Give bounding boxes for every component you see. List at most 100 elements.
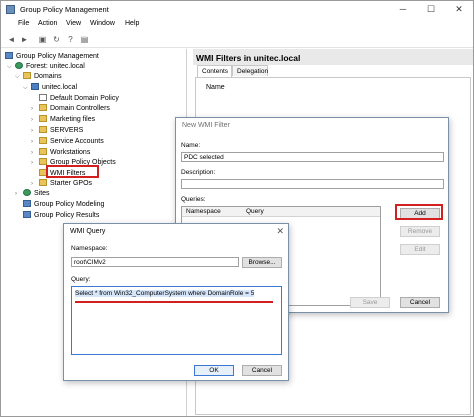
folder-icon (39, 158, 47, 165)
cancel-query-button[interactable]: Cancel (242, 365, 282, 376)
tree-item-marketing-files[interactable]: › Marketing files (31, 115, 95, 125)
add-button-highlight (395, 204, 443, 220)
tab-delegation[interactable]: Delegation (232, 65, 268, 76)
menu-bar: File Action View Window Help (1, 18, 473, 32)
ou-folder-icon (39, 148, 47, 155)
tree-item-label: Workstations (50, 149, 91, 156)
tree-item-label: Marketing files (50, 116, 96, 123)
tree-root-label: Group Policy Management (16, 53, 99, 60)
forest-icon (15, 62, 23, 69)
modeling-icon (23, 200, 31, 207)
close-icon[interactable]: ✕ (276, 226, 284, 237)
column-name[interactable]: Name (206, 84, 225, 91)
menu-action[interactable]: Action (38, 20, 57, 27)
maximize-button[interactable]: ☐ (417, 1, 445, 18)
tree-modeling-label: Group Policy Modeling (34, 201, 105, 208)
tree-forest-label: Forest: unitec.local (26, 63, 85, 70)
query-textarea[interactable]: Select * from Win32_ComputerSystem where… (71, 286, 282, 355)
expand-icon[interactable]: › (31, 104, 39, 114)
column-namespace[interactable]: Namespace (186, 208, 221, 215)
tree-item-label: Service Accounts (50, 138, 104, 145)
namespace-label: Namespace: (71, 245, 108, 252)
namespace-field[interactable]: root\CIMv2 (71, 257, 239, 267)
query-text: Select * from Win32_ComputerSystem where… (75, 290, 255, 297)
tree-item-label: Starter GPOs (50, 180, 93, 187)
tree-domain[interactable]: ⌵ unitec.local (23, 83, 77, 93)
gpm-window: Group Policy Management ─ ☐ ✕ File Actio… (0, 0, 474, 417)
expand-icon[interactable]: › (31, 115, 39, 125)
cancel-filter-button[interactable]: Cancel (400, 297, 440, 308)
tree-domains-label: Domains (34, 73, 62, 80)
tree-item-label: Domain Controllers (50, 105, 110, 112)
toolbar: ◄ ► ▣ ↻ ? ▤ (1, 32, 473, 48)
menu-help[interactable]: Help (125, 20, 139, 27)
tree-group-policy-modeling[interactable]: Group Policy Modeling (23, 200, 104, 210)
ou-folder-icon (39, 104, 47, 111)
queries-label: Queries: (181, 196, 206, 203)
tree-item-label: Default Domain Policy (50, 95, 119, 102)
save-button[interactable]: Save (350, 297, 390, 308)
tree-root[interactable]: Group Policy Management (5, 52, 99, 62)
menu-file[interactable]: File (18, 20, 29, 27)
forward-arrow-icon[interactable]: ► (19, 35, 30, 45)
tree-group-policy-results[interactable]: Group Policy Results (23, 211, 99, 221)
filter-name-field[interactable]: PDC selected (181, 152, 444, 162)
expand-icon[interactable]: › (31, 179, 39, 189)
expand-icon[interactable]: › (15, 189, 23, 199)
help-icon[interactable]: ? (65, 35, 76, 45)
collapse-icon[interactable]: ⌵ (15, 72, 23, 82)
tree-item-starter-gpos[interactable]: › Starter GPOs (31, 179, 92, 189)
ou-folder-icon (39, 115, 47, 122)
ok-button[interactable]: OK (194, 365, 234, 376)
tab-contents[interactable]: Contents (197, 65, 232, 77)
browse-button[interactable]: Browse... (242, 257, 282, 268)
name-label: Name: (181, 142, 201, 149)
folder-up-icon[interactable]: ▣ (37, 35, 48, 45)
tree-item-service-accounts[interactable]: › Service Accounts (31, 137, 104, 147)
window-title: Group Policy Management (20, 5, 109, 14)
tree-item-servers[interactable]: › SERVERS (31, 126, 83, 136)
close-window-button[interactable]: ✕ (445, 1, 473, 18)
remove-query-button[interactable]: Remove (400, 226, 440, 237)
title-bar: Group Policy Management ─ ☐ ✕ (1, 1, 473, 18)
expand-icon[interactable]: › (31, 148, 39, 158)
expand-icon[interactable]: › (31, 137, 39, 147)
tree-sites-label: Sites (34, 190, 50, 197)
tree-domains[interactable]: ⌵ Domains (15, 72, 62, 82)
results-icon (23, 211, 31, 218)
tree-item-label: SERVERS (50, 127, 84, 134)
wmi-filters-highlight (46, 165, 99, 178)
back-arrow-icon[interactable]: ◄ (6, 35, 17, 45)
queries-header: Namespace Query (182, 207, 380, 217)
gpm-app-icon (6, 5, 15, 14)
expand-icon[interactable]: › (31, 126, 39, 136)
wmi-query-dialog: WMI Query ✕ Namespace: root\CIMv2 Browse… (63, 223, 289, 381)
new-wmi-filter-title: New WMI Filter (176, 118, 448, 134)
refresh-icon[interactable]: ↻ (51, 35, 62, 45)
expand-icon[interactable]: › (31, 158, 39, 168)
details-title: WMI Filters in unitec.local (193, 49, 473, 65)
tree-domain-label: unitec.local (42, 84, 78, 91)
folder-icon (39, 179, 47, 186)
collapse-icon[interactable]: ⌵ (7, 62, 15, 72)
edit-query-button[interactable]: Edit (400, 244, 440, 255)
ou-folder-icon (39, 126, 47, 133)
tree-item-domain-controllers[interactable]: › Domain Controllers (31, 104, 110, 114)
collapse-icon[interactable]: ⌵ (23, 83, 31, 93)
tree-item-workstations[interactable]: › Workstations (31, 148, 90, 158)
sites-icon (23, 189, 31, 196)
column-query[interactable]: Query (246, 208, 264, 215)
properties-icon[interactable]: ▤ (79, 35, 90, 45)
description-field[interactable] (181, 179, 444, 189)
tree-forest[interactable]: ⌵ Forest: unitec.local (7, 62, 85, 72)
menu-view[interactable]: View (66, 20, 81, 27)
gpo-link-icon (39, 94, 47, 101)
tree-item-default-domain-policy[interactable]: Default Domain Policy (39, 94, 119, 104)
minimize-button[interactable]: ─ (389, 1, 417, 18)
description-label: Description: (181, 169, 216, 176)
gpm-icon (5, 52, 13, 59)
wmi-query-title: WMI Query (64, 224, 288, 240)
query-label: Query: (71, 276, 91, 283)
menu-window[interactable]: Window (90, 20, 115, 27)
tree-sites[interactable]: › Sites (15, 189, 50, 199)
